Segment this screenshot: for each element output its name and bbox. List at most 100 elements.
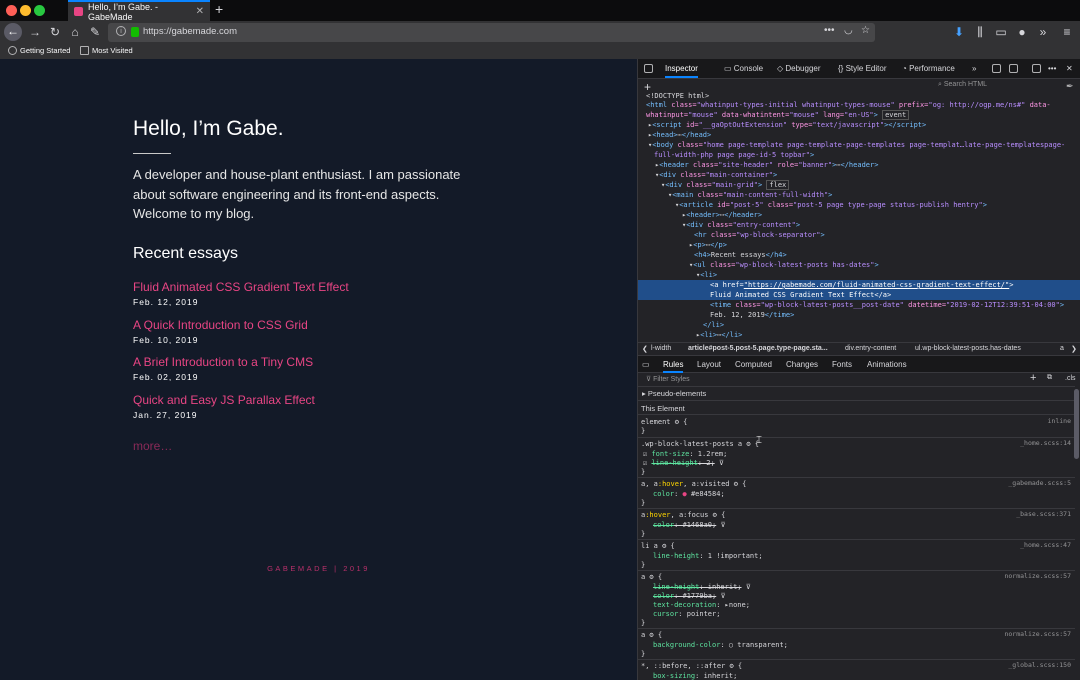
more-link[interactable]: more…	[133, 439, 172, 453]
breadcrumb: ❮ l-width article#post-5.post-5.page.typ…	[638, 342, 1080, 355]
breadcrumb-item[interactable]: ul.wp-block-latest-posts.has-dates	[915, 345, 1021, 352]
this-element-label: This Element	[641, 404, 685, 413]
bookmark-star-icon[interactable]: ☆	[861, 25, 870, 36]
essay-date: Feb. 02, 2019	[133, 372, 199, 382]
pocket-icon[interactable]: ◡	[844, 25, 853, 36]
close-window-icon[interactable]	[6, 5, 17, 16]
sidebar-toggle-icon[interactable]: ▭	[642, 360, 650, 369]
web-page: Hello, I’m Gabe. A developer and house-p…	[0, 59, 637, 680]
navigation-bar: ← → ↻ ⌂ ✎ i https://gabemade.com ••• ◡ ☆…	[0, 21, 1080, 44]
bookmarks-toolbar: Getting Started Most Visited	[0, 44, 1080, 59]
breadcrumb-item[interactable]: div.entry-content	[845, 345, 896, 352]
essay-date: Feb. 10, 2019	[133, 334, 199, 345]
tab-changes[interactable]: Changes	[786, 360, 818, 369]
essay-list: Fluid Animated CSS Gradient Text Effect …	[133, 280, 533, 430]
back-button[interactable]: ←	[4, 23, 22, 41]
breadcrumb-item[interactable]: a	[1060, 345, 1064, 352]
new-tab-icon[interactable]: +	[215, 1, 223, 17]
close-tab-icon[interactable]: ✕	[196, 6, 204, 17]
tab-inspector[interactable]: Inspector	[665, 64, 698, 78]
recent-essays-heading: Recent essays	[133, 245, 238, 262]
page-title: Hello, I’m Gabe.	[133, 117, 284, 140]
tools-icon[interactable]: ✎	[88, 21, 102, 44]
tab-fonts[interactable]: Fonts	[832, 360, 852, 369]
tab-performance[interactable]: ◔ Performance	[902, 64, 955, 73]
bookmark-label: Getting Started	[20, 46, 71, 55]
breadcrumb-item[interactable]: l-width	[651, 345, 671, 352]
forward-button[interactable]: →	[28, 21, 42, 44]
breadcrumb-item[interactable]: article#post-5.post-5.page.type-page.sta…	[688, 345, 828, 352]
sidebar-icon[interactable]: ▭	[994, 21, 1008, 44]
devtools-menu-icon[interactable]: •••	[1048, 64, 1056, 73]
tab-label: Style Editor	[845, 64, 887, 73]
pick-element-icon[interactable]	[644, 64, 653, 73]
intro-paragraph: A developer and house-plant enthusiast. …	[133, 167, 461, 221]
hamburger-menu-icon[interactable]: ≡	[1060, 21, 1074, 44]
account-icon[interactable]: ●	[1015, 21, 1029, 44]
home-button[interactable]: ⌂	[68, 21, 82, 44]
zoom-window-icon[interactable]	[34, 5, 45, 16]
filter-placeholder: Filter Styles	[653, 376, 690, 383]
gear-icon	[80, 46, 89, 55]
tab-animations[interactable]: Animations	[867, 360, 907, 369]
add-rule-icon[interactable]: +	[1030, 372, 1036, 384]
tab-console[interactable]: ▭ Console	[724, 64, 763, 73]
cls-button[interactable]: .cls	[1065, 375, 1076, 382]
tab-computed[interactable]: Computed	[735, 360, 772, 369]
bookmark-most-visited[interactable]: Most Visited	[80, 46, 133, 55]
tab-style-editor[interactable]: {} Style Editor	[838, 64, 886, 73]
list-item: A Brief Introduction to a Tiny CMS Feb. …	[133, 355, 533, 393]
title-bar: Hello, I’m Gabe. - GabeMade ✕ +	[0, 0, 1080, 22]
browser-tab[interactable]: Hello, I’m Gabe. - GabeMade ✕	[68, 0, 210, 22]
essay-link[interactable]: Fluid Animated CSS Gradient Text Effect	[133, 280, 533, 294]
tab-debugger[interactable]: ◇ Debugger	[777, 64, 821, 73]
text-cursor-icon: ⌶	[756, 435, 762, 446]
close-devtools-icon[interactable]: ✕	[1066, 64, 1073, 73]
downloads-icon[interactable]: ⬇	[952, 21, 966, 44]
responsive-design-icon[interactable]	[1009, 64, 1018, 73]
pseudo-label: Pseudo-elements	[647, 389, 707, 398]
filter-styles-input[interactable]: ⊽ Filter Styles + ⧉ .cls	[640, 372, 1080, 385]
tab-title: Hello, I’m Gabe. - GabeMade	[88, 1, 159, 22]
page-actions-icon[interactable]: •••	[824, 25, 835, 36]
tab-label: Performance	[909, 64, 955, 73]
toggle-pseudo-icon[interactable]: ⧉	[1047, 374, 1052, 382]
essay-date: Jan. 27, 2019	[133, 409, 198, 420]
rules-view: ▸ Pseudo-elements This Element element ⚙…	[638, 387, 1075, 680]
essay-link[interactable]: A Brief Introduction to a Tiny CMS	[133, 355, 533, 369]
breadcrumb-prev-icon[interactable]: ❮	[642, 345, 648, 353]
search-placeholder: Search HTML	[943, 81, 988, 88]
essay-link[interactable]: Quick and Easy JS Parallax Effect	[133, 393, 533, 407]
url-bar[interactable]: i https://gabemade.com ••• ◡ ☆	[108, 23, 875, 42]
pseudo-elements-toggle[interactable]: ▸ Pseudo-elements	[642, 389, 706, 398]
essay-link[interactable]: A Quick Introduction to CSS Grid	[133, 318, 533, 332]
rules-tabs: ▭ Rules Layout Computed Changes Fonts An…	[638, 355, 1080, 373]
minimize-window-icon[interactable]	[20, 5, 31, 16]
split-console-icon[interactable]	[992, 64, 1001, 73]
overflow-icon[interactable]: »	[1036, 21, 1050, 44]
tab-rules[interactable]: Rules	[663, 360, 684, 373]
breadcrumb-next-icon[interactable]: ❯	[1071, 345, 1077, 353]
devtools-panel: Inspector ▭ Console ◇ Debugger {} Style …	[637, 59, 1080, 680]
site-info-icon[interactable]: i	[116, 26, 126, 36]
rules-scrollbar[interactable]	[1074, 389, 1079, 459]
list-item: Quick and Easy JS Parallax Effect Jan. 2…	[133, 393, 533, 431]
tab-label: Debugger	[785, 64, 821, 73]
reload-button[interactable]: ↻	[48, 21, 62, 44]
footer-text: GABEMADE | 2019	[267, 564, 370, 573]
devtools-toolbar: Inspector ▭ Console ◇ Debugger {} Style …	[638, 59, 1080, 79]
bookmark-getting-started[interactable]: Getting Started	[8, 46, 70, 55]
favicon-icon	[74, 7, 83, 16]
title-separator	[133, 153, 171, 154]
list-item: A Quick Introduction to CSS Grid Feb. 10…	[133, 318, 533, 356]
essay-date: Feb. 12, 2019	[133, 297, 199, 307]
list-item: Fluid Animated CSS Gradient Text Effect …	[133, 280, 533, 318]
tab-label: Console	[733, 64, 764, 73]
url-text[interactable]: https://gabemade.com	[143, 26, 237, 37]
dock-icon[interactable]	[1032, 64, 1041, 73]
more-tabs-icon[interactable]: »	[972, 64, 976, 73]
library-icon[interactable]: ⫼	[973, 21, 987, 44]
html-tree: <!DOCTYPE html> <html class="whatinput-t…	[638, 91, 1080, 341]
tab-layout[interactable]: Layout	[697, 360, 721, 369]
tab-label: Inspector	[665, 64, 698, 73]
